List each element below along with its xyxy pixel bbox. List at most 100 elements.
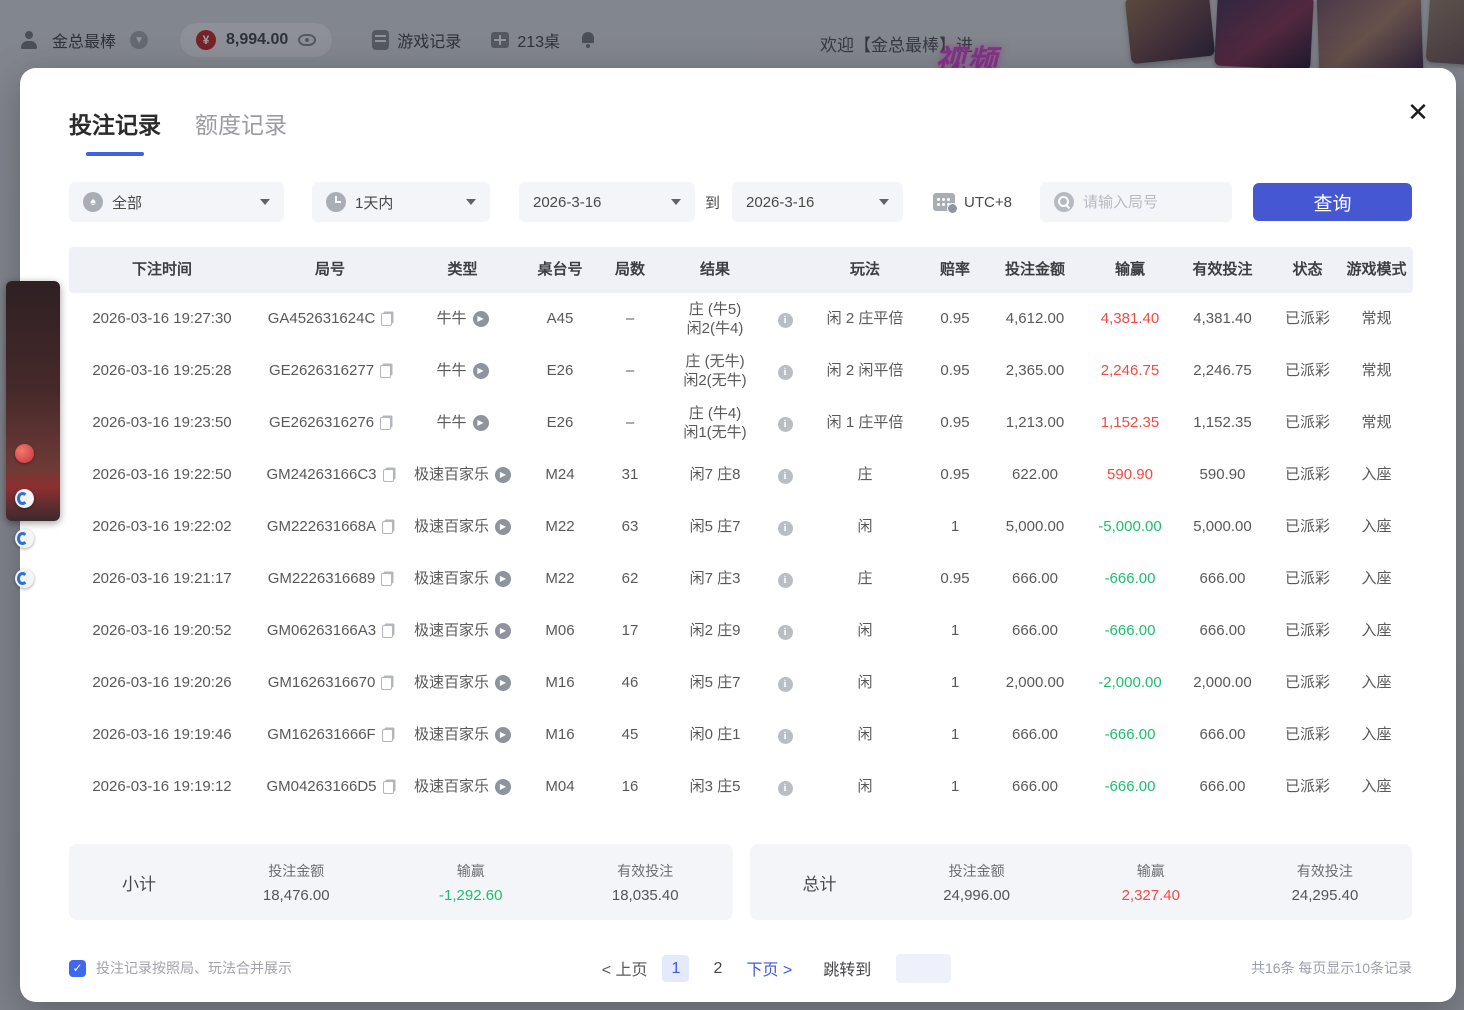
play-method-cell: 闲 xyxy=(800,517,930,537)
merge-checkbox[interactable]: ✓ xyxy=(69,960,86,977)
copy-icon[interactable] xyxy=(381,677,392,690)
round-number-text: GM1626316670 xyxy=(268,673,376,693)
page-button-1[interactable]: 1 xyxy=(662,955,689,982)
info-icon[interactable]: i xyxy=(778,417,793,432)
bet-amount-cell: 622.00 xyxy=(980,465,1090,485)
floating-action-blue-icon[interactable] xyxy=(15,489,34,508)
result-line: 庄 (无牛) xyxy=(660,352,770,372)
query-button[interactable]: 查询 xyxy=(1253,183,1412,221)
odds-cell: 0.95 xyxy=(930,361,980,381)
column-header: 桌台号 xyxy=(520,260,600,280)
bet-time-cell: 2026-03-16 19:22:02 xyxy=(69,517,255,537)
result-line: 闲7 庄3 xyxy=(660,569,770,589)
result-cell: 闲7 庄3 xyxy=(660,569,770,589)
close-icon[interactable]: ✕ xyxy=(1404,98,1432,126)
copy-icon[interactable] xyxy=(381,313,392,326)
bet-amount-cell: 5,000.00 xyxy=(980,517,1090,537)
date-to-select[interactable]: 2026-3-16 xyxy=(732,182,903,222)
subtotal-bet-value: 18,476.00 xyxy=(209,887,384,904)
result-info-cell: i xyxy=(770,465,800,485)
game-mode-cell: 入座 xyxy=(1340,621,1413,641)
game-mode-cell: 常规 xyxy=(1340,413,1413,433)
copy-icon[interactable] xyxy=(381,573,392,586)
tab-betting-records[interactable]: 投注记录 xyxy=(69,106,161,156)
round-count-cell: – xyxy=(600,361,660,381)
round-count-cell: 17 xyxy=(600,621,660,641)
play-video-icon[interactable]: ▶ xyxy=(495,727,511,743)
game-mode-cell: 入座 xyxy=(1340,569,1413,589)
next-page-button[interactable]: 下页 > xyxy=(746,956,792,980)
info-icon[interactable]: i xyxy=(778,469,793,484)
floating-video-thumbnail[interactable] xyxy=(6,281,60,521)
info-icon[interactable]: i xyxy=(778,573,793,588)
play-video-icon[interactable]: ▶ xyxy=(495,467,511,483)
timezone-selector[interactable]: UTC+8 xyxy=(933,193,1012,211)
bet-time-cell: 2026-03-16 19:21:17 xyxy=(69,569,255,589)
copy-icon[interactable] xyxy=(382,625,393,638)
bet-amount-cell: 2,365.00 xyxy=(980,361,1090,381)
play-method-cell: 闲 xyxy=(800,725,930,745)
copy-icon[interactable] xyxy=(380,417,391,430)
copy-icon[interactable] xyxy=(380,365,391,378)
bet-amount-cell: 2,000.00 xyxy=(980,673,1090,693)
game-type-select[interactable]: ♠ 全部 xyxy=(69,182,284,222)
floating-action-blue-icon[interactable] xyxy=(15,529,34,548)
play-video-icon[interactable]: ▶ xyxy=(495,519,511,535)
result-cell: 庄 (牛5)闲2(牛4) xyxy=(660,300,770,339)
game-type-cell: 牛牛▶ xyxy=(405,413,520,433)
floating-action-red-icon[interactable] xyxy=(15,444,34,463)
result-line: 闲7 庄8 xyxy=(660,465,770,485)
table-row: 2026-03-16 19:23:50GE2626316276牛牛▶E26–庄 … xyxy=(69,397,1413,449)
info-icon[interactable]: i xyxy=(778,625,793,640)
summary-section: 小计 投注金额 18,476.00 输赢 -1,292.60 有效投注 18,0… xyxy=(69,844,1412,920)
game-mode-cell: 入座 xyxy=(1340,777,1413,797)
info-icon[interactable]: i xyxy=(778,521,793,536)
game-type-cell: 极速百家乐▶ xyxy=(405,465,520,485)
records-count-info: 共16条 每页显示10条记录 xyxy=(1251,958,1412,978)
play-video-icon[interactable]: ▶ xyxy=(473,415,489,431)
total-win-label: 输赢 xyxy=(1064,861,1238,881)
status-cell: 已派彩 xyxy=(1275,517,1340,537)
info-icon[interactable]: i xyxy=(778,365,793,380)
round-number-wrap: GE2626316277 xyxy=(269,361,391,381)
result-info-cell: i xyxy=(770,413,800,433)
page-button-2[interactable]: 2 xyxy=(704,955,731,982)
play-video-icon[interactable]: ▶ xyxy=(495,571,511,587)
play-video-icon[interactable]: ▶ xyxy=(495,623,511,639)
prev-page-button[interactable]: < 上页 xyxy=(602,956,648,980)
tab-quota-records[interactable]: 额度记录 xyxy=(195,106,287,156)
copy-icon[interactable] xyxy=(382,521,393,534)
game-type-cell: 牛牛▶ xyxy=(405,361,520,381)
table-number-cell: M16 xyxy=(520,725,600,745)
result-info-cell: i xyxy=(770,309,800,329)
bet-time-cell: 2026-03-16 19:20:26 xyxy=(69,673,255,693)
round-number-cell: GM222631668A xyxy=(255,517,405,537)
round-count-cell: 46 xyxy=(600,673,660,693)
copy-icon[interactable] xyxy=(383,469,394,482)
column-header: 游戏模式 xyxy=(1340,260,1413,280)
info-icon[interactable]: i xyxy=(778,677,793,692)
info-icon[interactable]: i xyxy=(778,781,793,796)
date-from-value: 2026-3-16 xyxy=(533,194,601,211)
result-info-cell: i xyxy=(770,361,800,381)
round-number-input[interactable] xyxy=(1083,194,1203,211)
info-icon[interactable]: i xyxy=(778,729,793,744)
time-range-select[interactable]: 1天内 xyxy=(312,182,490,222)
table-row: 2026-03-16 19:20:26GM1626316670极速百家乐▶M16… xyxy=(69,657,1413,709)
date-from-select[interactable]: 2026-3-16 xyxy=(519,182,695,222)
subtotal-valid-label: 有效投注 xyxy=(558,861,733,881)
floating-action-blue-icon[interactable] xyxy=(15,569,34,588)
copy-icon[interactable] xyxy=(382,729,393,742)
copy-icon[interactable] xyxy=(383,781,394,794)
jump-page-input[interactable] xyxy=(896,954,951,983)
table-number-cell: E26 xyxy=(520,361,600,381)
play-video-icon[interactable]: ▶ xyxy=(495,675,511,691)
play-video-icon[interactable]: ▶ xyxy=(473,363,489,379)
win-loss-cell: -2,000.00 xyxy=(1090,673,1170,693)
result-cell: 庄 (无牛)闲2(无牛) xyxy=(660,352,770,391)
result-info-cell: i xyxy=(770,725,800,745)
play-video-icon[interactable]: ▶ xyxy=(473,311,489,327)
play-video-icon[interactable]: ▶ xyxy=(495,779,511,795)
info-icon[interactable]: i xyxy=(778,313,793,328)
round-number-text: GM24263166C3 xyxy=(266,465,376,485)
